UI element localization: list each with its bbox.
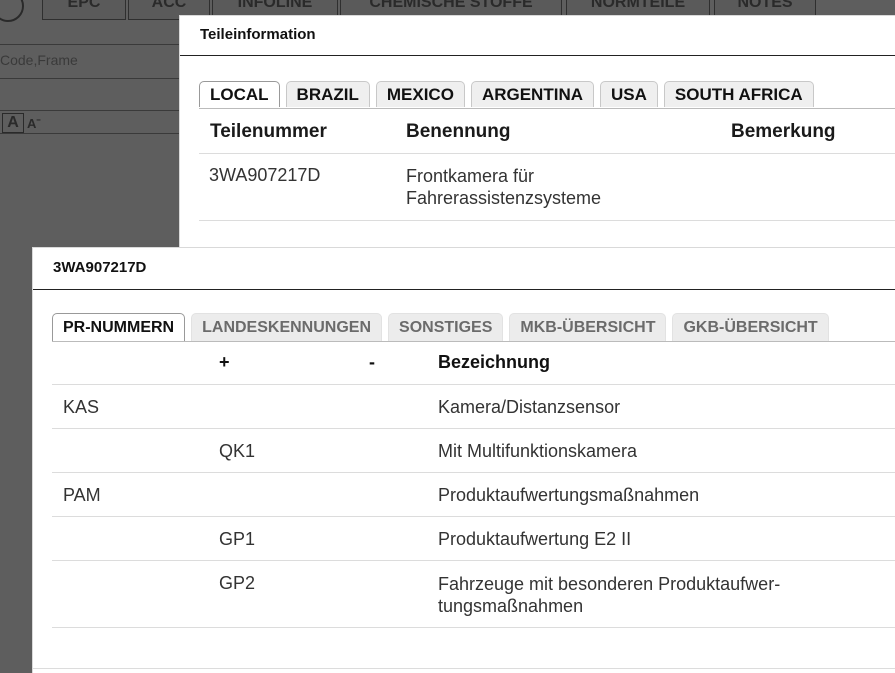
tab-mexico[interactable]: MEXICO xyxy=(375,81,465,107)
tab-brazil[interactable]: BRAZIL xyxy=(285,81,370,107)
table-header: + - Bezeichnung xyxy=(52,342,895,385)
table-row[interactable]: GP1 Produktaufwertung E2 II xyxy=(52,517,895,561)
table-row[interactable]: QK1 Mit Multifunktionskamera xyxy=(52,429,895,473)
table-row[interactable]: PAM Produktaufwertungsmaßnahmen xyxy=(52,473,895,517)
description: Produktaufwertung E2 II xyxy=(438,529,632,549)
tab-landeskennungen[interactable]: LANDESKENNUNGEN xyxy=(191,313,383,341)
part-detail-dialog: 3WA907217D PR-NUMMERN LANDESKENNUNGEN SO… xyxy=(32,247,895,673)
font-increase-icon[interactable]: A xyxy=(2,113,24,133)
table-header: Teilenummer Benennung Bemerkung xyxy=(199,109,895,154)
parts-table: Teilenummer Benennung Bemerkung 3WA90721… xyxy=(199,109,895,221)
pr-numbers-table: + - Bezeichnung KAS Kamera/Distanzsensor… xyxy=(52,342,895,628)
table-row[interactable]: GP2 Fahrzeuge mit besonderen Produktaufw… xyxy=(52,561,895,628)
logo-icon xyxy=(0,0,24,22)
divider xyxy=(33,668,895,669)
column-header-minus: - xyxy=(369,352,375,372)
tab-epc[interactable]: EPC xyxy=(42,0,126,20)
table-row[interactable]: 3WA907217D Frontkamera für Fahrerassiste… xyxy=(199,154,895,221)
plus-code: QK1 xyxy=(219,441,256,461)
detail-tabs: PR-NUMMERN LANDESKENNUNGEN SONSTIGES MKB… xyxy=(52,313,835,341)
column-header-bemerkung: Bemerkung xyxy=(731,121,836,142)
column-header-teilenummer: Teilenummer xyxy=(210,121,327,142)
plus-code: GP2 xyxy=(219,573,256,593)
table-row[interactable]: KAS Kamera/Distanzsensor xyxy=(52,385,895,429)
font-decrease-icon[interactable]: Aˉ xyxy=(27,116,41,131)
tab-mkb-uebersicht[interactable]: MKB-ÜBERSICHT xyxy=(509,313,667,341)
family-code: KAS xyxy=(63,397,100,417)
part-name: Frontkamera für Fahrerassistenzsysteme xyxy=(406,166,602,208)
tab-argentina[interactable]: ARGENTINA xyxy=(470,81,594,107)
market-tabs: LOCAL BRAZIL MEXICO ARGENTINA USA SOUTH … xyxy=(199,81,820,107)
divider xyxy=(0,110,180,111)
description: Produktaufwertungsmaßnahmen xyxy=(438,485,700,505)
teileinformation-dialog: Teileinformation LOCAL BRAZIL MEXICO ARG… xyxy=(179,15,895,250)
tab-usa[interactable]: USA xyxy=(600,81,658,107)
divider xyxy=(0,133,180,134)
divider xyxy=(0,44,180,45)
divider xyxy=(0,78,180,79)
column-header-benennung: Benennung xyxy=(406,121,511,142)
dialog-title: 3WA907217D xyxy=(33,248,895,290)
column-header-bezeichnung: Bezeichnung xyxy=(438,352,551,372)
column-header-plus: + xyxy=(219,352,230,372)
part-number: 3WA907217D xyxy=(209,165,321,185)
plus-code: GP1 xyxy=(219,529,256,549)
tab-local[interactable]: LOCAL xyxy=(199,81,280,107)
dialog-title: Teileinformation xyxy=(180,16,895,56)
tab-sonstiges[interactable]: SONSTIGES xyxy=(388,313,504,341)
family-code: PAM xyxy=(63,485,101,505)
tab-south-africa[interactable]: SOUTH AFRICA xyxy=(663,81,814,107)
tab-pr-nummern[interactable]: PR-NUMMERN xyxy=(52,313,186,341)
description: Mit Multifunktionskamera xyxy=(438,441,638,461)
tab-gkb-uebersicht[interactable]: GKB-ÜBERSICHT xyxy=(672,313,829,341)
description: Fahrzeuge mit besonderen Produktaufwer-t… xyxy=(438,574,781,616)
description: Kamera/Distanzsensor xyxy=(438,397,621,417)
search-input[interactable]: Code,Frame xyxy=(0,52,78,68)
